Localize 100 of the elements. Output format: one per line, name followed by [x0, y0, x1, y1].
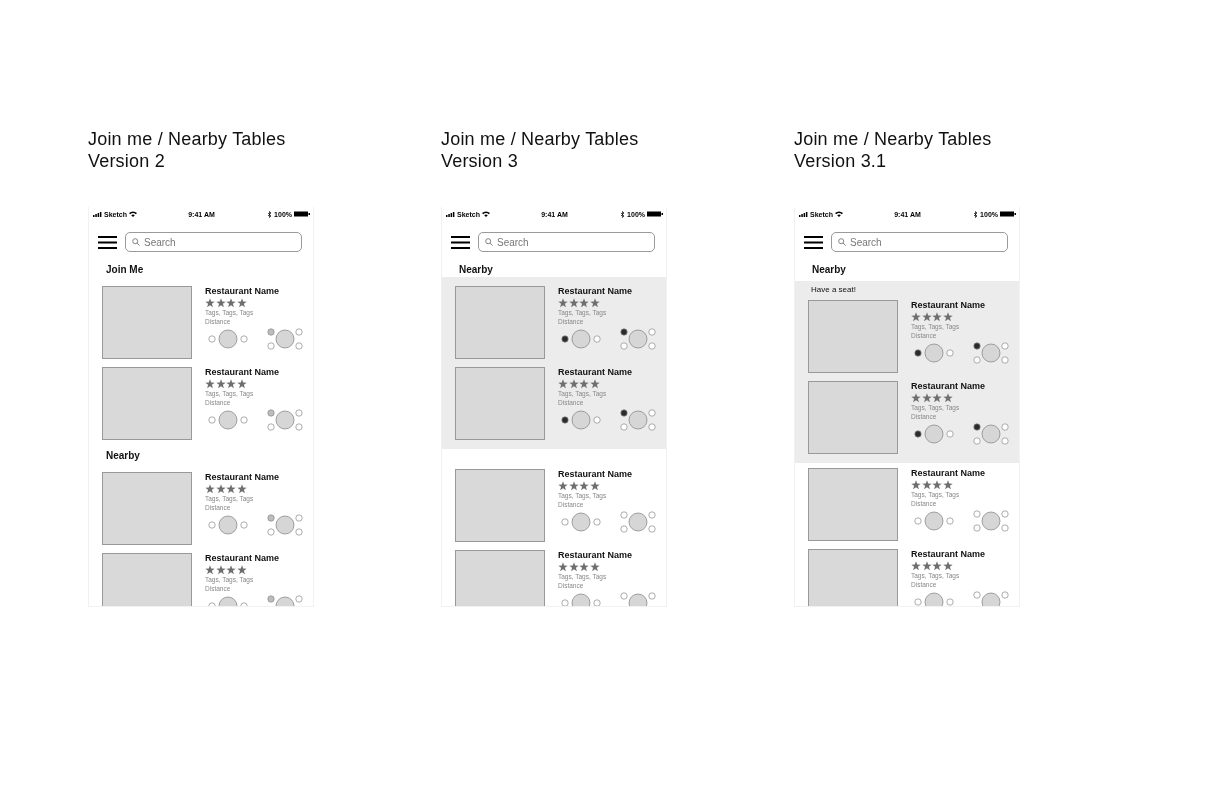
star-icon [589, 297, 600, 308]
star-icon [579, 297, 589, 308]
star-icon [942, 479, 953, 490]
seat-icon[interactable] [973, 342, 981, 350]
battery-icon [647, 211, 663, 217]
star-icon [205, 564, 215, 575]
table-icon [628, 512, 648, 532]
star-icon [568, 297, 579, 308]
seat-icon[interactable] [620, 409, 628, 417]
section-heading: Nearby [458, 263, 494, 277]
seat-icon[interactable] [620, 328, 628, 336]
table-icon [275, 515, 295, 535]
table-icon [571, 593, 591, 606]
restaurant-name: Restaurant Name [558, 286, 634, 297]
star-icon [579, 378, 589, 389]
star-icon [911, 311, 921, 322]
table-icon [924, 511, 944, 531]
seat-icon[interactable] [914, 349, 922, 357]
star-icon [589, 480, 600, 491]
star-icon [236, 297, 247, 308]
restaurant-name: Restaurant Name [911, 300, 987, 311]
wifi-icon [834, 211, 843, 217]
search-field[interactable]: Search [478, 232, 655, 252]
star-icon [205, 297, 215, 308]
table-icon [924, 343, 944, 363]
search-icon [485, 238, 493, 246]
restaurant-name: Restaurant Name [911, 549, 987, 560]
star-icon [205, 378, 215, 389]
table-icon [628, 410, 648, 430]
star-icon [921, 560, 932, 571]
battery-icon [1000, 211, 1016, 217]
star-icon [932, 311, 942, 322]
restaurant-name: Restaurant Name [205, 286, 281, 297]
star-icon [942, 560, 953, 571]
table-icon [571, 512, 591, 532]
seat-icon[interactable] [914, 430, 922, 438]
table-icon [218, 596, 238, 606]
star-icon [226, 297, 236, 308]
wifi-icon [128, 211, 137, 217]
star-icon [579, 561, 589, 572]
bluetooth-icon [621, 210, 626, 218]
signal-icon [93, 211, 102, 217]
table-icon [924, 592, 944, 606]
table-icon [275, 329, 295, 349]
battery-icon [294, 211, 310, 217]
search-icon [838, 238, 846, 246]
star-icon [911, 392, 921, 403]
star-icon [226, 564, 236, 575]
star-icon [215, 483, 226, 494]
signal-icon [446, 211, 455, 217]
menu-icon[interactable] [451, 235, 470, 249]
star-icon [932, 392, 942, 403]
star-icon [911, 479, 921, 490]
signal-icon [799, 211, 808, 217]
seat-icon[interactable] [561, 416, 569, 424]
bluetooth-icon [974, 210, 979, 218]
table-icon [275, 596, 295, 606]
star-icon [236, 378, 247, 389]
table-icon [571, 410, 591, 430]
restaurant-name: Restaurant Name [911, 468, 987, 479]
search-field[interactable]: Search [831, 232, 1008, 252]
star-icon [921, 311, 932, 322]
table-icon [981, 592, 1001, 606]
star-icon [215, 378, 226, 389]
menu-icon[interactable] [98, 235, 117, 249]
table-icon [571, 329, 591, 349]
restaurant-name: Restaurant Name [205, 367, 281, 378]
section-heading: Join Me [105, 263, 145, 277]
star-icon [932, 560, 942, 571]
table-icon [218, 329, 238, 349]
menu-icon[interactable] [804, 235, 823, 249]
star-icon [921, 392, 932, 403]
board-title: Join me / Nearby Tables [88, 128, 287, 150]
star-icon [568, 378, 579, 389]
star-icon [236, 483, 247, 494]
table-icon [981, 511, 1001, 531]
star-icon [215, 297, 226, 308]
star-icon [942, 392, 953, 403]
star-icon [932, 479, 942, 490]
restaurant-name: Restaurant Name [558, 367, 634, 378]
table-icon [981, 343, 1001, 363]
restaurant-name: Restaurant Name [558, 550, 634, 561]
section-heading: Nearby [811, 263, 847, 277]
panel-label: Have a seat! [810, 285, 857, 296]
restaurant-name: Restaurant Name [205, 553, 281, 564]
star-icon [558, 561, 568, 572]
search-field[interactable]: Search [125, 232, 302, 252]
table-icon [628, 593, 648, 606]
seat-icon[interactable] [561, 335, 569, 343]
table-icon [275, 410, 295, 430]
seat-icon[interactable] [973, 423, 981, 431]
board-subtitle: Version 3 [441, 150, 519, 172]
search-icon [132, 238, 140, 246]
star-icon [942, 311, 953, 322]
star-icon [568, 561, 579, 572]
star-icon [205, 483, 215, 494]
table-icon [981, 424, 1001, 444]
restaurant-name: Restaurant Name [911, 381, 987, 392]
star-icon [215, 564, 226, 575]
board-subtitle: Version 2 [88, 150, 166, 172]
